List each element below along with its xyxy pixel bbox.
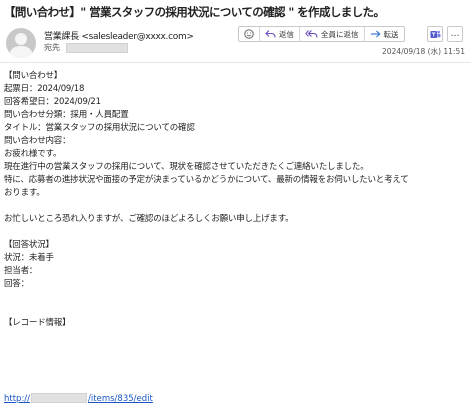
body-line: お疲れ様です。 [4, 149, 62, 159]
sender[interactable]: 営業課長 <salesleader@xxxx.com> [44, 29, 194, 42]
forward-label: 転送 [383, 29, 399, 39]
message-body: 【問い合わせ】起票日：2024/09/18 回答希望日：2024/09/21 問い合… [4, 70, 469, 330]
reply-all-icon [305, 29, 318, 39]
link-prefix: http:// [4, 393, 31, 404]
body-line: 回答希望日：2024/09/21 [4, 97, 101, 107]
header-divider [0, 62, 471, 63]
reply-all-label: 全員に返信 [321, 29, 359, 39]
record-link[interactable]: http:// /items/835/edit [4, 393, 153, 404]
more-icon: … [450, 28, 460, 39]
message-header: 営業課長 <salesleader@xxxx.com> 宛先 返信 全員に返信 … [0, 22, 471, 58]
body-line: 担当者： [4, 266, 38, 276]
recipient-redacted[interactable] [66, 42, 128, 53]
emoji-icon [244, 29, 254, 39]
body-line: 【回答状況】 [4, 240, 54, 250]
body-line: おります。 [4, 188, 45, 198]
body-line: お忙しいところ恐れ入りますが、ご確認のほどよろしくお願い申し上げます。 [4, 214, 294, 224]
reply-all-button[interactable]: 全員に返信 [300, 27, 365, 41]
record-link-row: http:// /items/835/edit [4, 393, 153, 404]
emoji-button[interactable] [239, 27, 260, 41]
body-line: 問い合わせ分類：採用・人員配置 [4, 110, 129, 120]
body-line: 特に、応募者の進捗状況や面接の予定が決まっているかどうかについて、最新の情報をお… [4, 175, 409, 185]
action-toolbar: 返信 全員に返信 転送 [238, 26, 405, 42]
body-line: 回答： [4, 279, 29, 289]
body-line: タイトル：営業スタッフの採用状況についての確認 [4, 123, 195, 133]
to-label: 宛先 [44, 43, 60, 52]
recipient-row: 宛先 [44, 42, 128, 53]
more-button[interactable]: … [447, 26, 463, 42]
body-line: 起票日：2024/09/18 [4, 84, 85, 94]
subject-line: 【問い合わせ】" 営業スタッフの採用状況についての確認 " を作成しました。 [4, 5, 385, 19]
body-line: 状況：未着手 [4, 253, 54, 263]
link-host-redacted [31, 393, 88, 403]
body-line: 【問い合わせ】 [4, 71, 63, 81]
link-suffix: /items/835/edit [88, 393, 153, 404]
sent-date: 2024/09/18 (水) 11:51 [382, 47, 465, 56]
body-line: 現在進行中の営業スタッフの採用について、現状を確認させていただきたくご連絡いたし… [4, 162, 369, 172]
body-line: 【レコード情報】 [4, 318, 71, 328]
reply-button[interactable]: 返信 [260, 27, 300, 41]
teams-icon [430, 25, 441, 44]
forward-button[interactable]: 転送 [365, 27, 404, 41]
reply-label: 返信 [279, 29, 294, 39]
forward-icon [370, 29, 381, 39]
teams-button[interactable] [427, 26, 443, 42]
reply-icon [265, 29, 276, 39]
avatar [6, 28, 36, 58]
body-line: 問い合わせ内容： [4, 136, 71, 146]
